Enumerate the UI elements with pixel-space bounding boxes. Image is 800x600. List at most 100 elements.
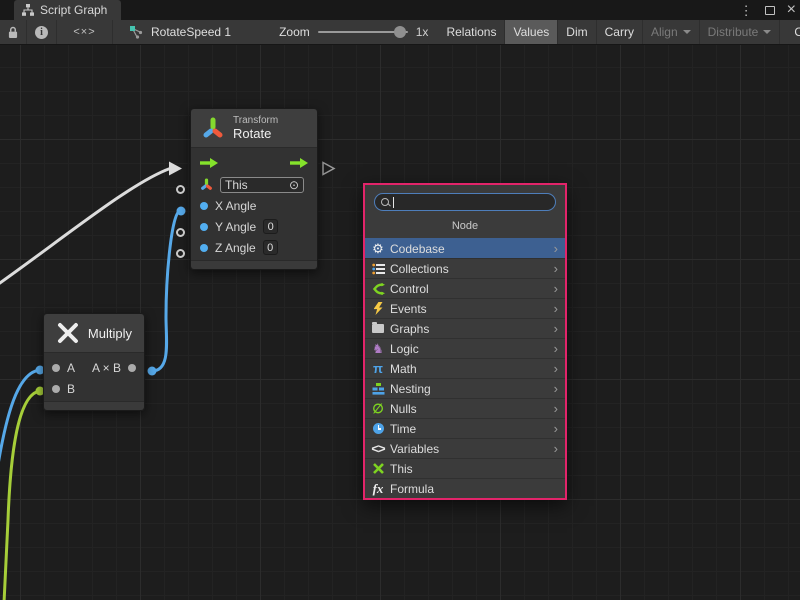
script-graph-icon	[22, 4, 34, 16]
x-angle-label: X Angle	[215, 199, 256, 213]
relations-button[interactable]: Relations	[438, 20, 505, 44]
unity-visual-scripting-window: Script Graph ⋮ × i <×> RotateSpee	[0, 0, 800, 600]
fuzzy-finder-popup: Node ⚙ Codebase › Collections ›	[363, 183, 567, 500]
pi-icon: π	[370, 362, 386, 375]
zoom-control: Zoom 1x	[269, 20, 438, 44]
graph-node-icon	[129, 25, 144, 39]
lock-button[interactable]	[0, 20, 27, 44]
flow-output-triangle[interactable]	[323, 163, 334, 175]
overview-button[interactable]: Overview	[786, 20, 800, 44]
carry-button[interactable]: Carry	[597, 20, 643, 44]
value-port-icon[interactable]	[200, 244, 208, 252]
wire-endpoint	[177, 207, 186, 216]
this-field-value: This	[225, 178, 248, 192]
list-icon	[370, 263, 386, 275]
finder-item-time[interactable]: Time ›	[365, 418, 565, 438]
z-angle-port-ring[interactable]	[176, 249, 185, 258]
tab-script-graph[interactable]: Script Graph	[14, 0, 121, 20]
distribute-dropdown[interactable]: Distribute	[700, 20, 781, 44]
info-button[interactable]: i	[27, 20, 57, 44]
node-title: Multiply	[88, 326, 132, 341]
finder-item-logic[interactable]: ♞ Logic ›	[365, 338, 565, 358]
finder-item-codebase[interactable]: ⚙ Codebase ›	[365, 238, 565, 258]
node-category: Transform	[233, 115, 278, 127]
chevron-right-icon: ›	[554, 262, 560, 275]
value-port-icon[interactable]	[200, 202, 208, 210]
finder-item-control[interactable]: Control ›	[365, 278, 565, 298]
maximize-icon[interactable]	[765, 6, 775, 15]
wire-into-b	[4, 391, 40, 600]
this-star-icon	[370, 462, 386, 475]
align-dropdown[interactable]: Align	[643, 20, 700, 44]
y-angle-port-row[interactable]: Y Angle 0	[191, 216, 317, 237]
menu-dots-icon[interactable]: ⋮	[740, 4, 753, 17]
folder-icon	[370, 324, 386, 333]
dim-button[interactable]: Dim	[558, 20, 596, 44]
b-port-row[interactable]: B	[44, 378, 144, 399]
flow-wire-arrowhead	[169, 162, 182, 176]
value-port-icon[interactable]	[200, 223, 208, 231]
chevron-right-icon: ›	[554, 342, 560, 355]
finder-item-collections[interactable]: Collections ›	[365, 258, 565, 278]
finder-item-formula[interactable]: fx Formula	[365, 478, 565, 498]
fx-icon: fx	[370, 482, 386, 495]
y-angle-label: Y Angle	[215, 220, 256, 234]
node-body: A A × B B	[44, 353, 144, 401]
node-transform-rotate[interactable]: Transform Rotate	[190, 108, 318, 270]
z-angle-input[interactable]: 0	[263, 240, 278, 255]
b-label: B	[67, 382, 75, 396]
zoom-slider[interactable]	[318, 31, 408, 33]
value-port-icon[interactable]	[52, 364, 60, 372]
transform-gizmo-icon	[201, 116, 225, 140]
finder-item-nesting[interactable]: Nesting ›	[365, 378, 565, 398]
a-port-row[interactable]: A A × B	[44, 357, 144, 378]
finder-item-nulls[interactable]: ∅ Nulls ›	[365, 398, 565, 418]
output-label: A × B	[92, 361, 121, 375]
lock-icon	[8, 26, 18, 39]
flow-input-arrow-icon[interactable]	[199, 157, 219, 169]
flow-output-arrow-icon[interactable]	[289, 157, 309, 169]
knight-icon: ♞	[370, 342, 386, 355]
search-icon	[381, 198, 390, 207]
values-button[interactable]: Values	[505, 20, 558, 44]
this-port-ring[interactable]	[176, 185, 185, 194]
finder-search-field[interactable]	[374, 193, 556, 211]
zoom-slider-handle[interactable]	[394, 26, 406, 38]
finder-item-graphs[interactable]: Graphs ›	[365, 318, 565, 338]
transform-mini-icon	[200, 178, 213, 191]
finder-item-events[interactable]: Events ›	[365, 298, 565, 318]
gear-icon: ⚙	[370, 242, 386, 255]
chevron-right-icon: ›	[554, 242, 560, 255]
y-angle-port-ring[interactable]	[176, 228, 185, 237]
object-picker-icon[interactable]: ⊙	[289, 179, 299, 191]
chevron-right-icon: ›	[554, 302, 560, 315]
zoom-label: Zoom	[279, 25, 310, 39]
y-angle-input[interactable]: 0	[263, 219, 278, 234]
null-circle-icon: ∅	[370, 402, 386, 415]
code-preview-button[interactable]: <×>	[57, 20, 113, 44]
finder-item-math[interactable]: π Math ›	[365, 358, 565, 378]
finder-item-variables[interactable]: <> Variables ›	[365, 438, 565, 458]
chevron-right-icon: ›	[554, 402, 560, 415]
a-label: A	[67, 361, 75, 375]
window-controls: ⋮ ×	[740, 0, 796, 20]
node-multiply[interactable]: Multiply A A × B B	[43, 313, 145, 411]
finder-item-this[interactable]: This	[365, 458, 565, 478]
nested-graph-icon	[370, 383, 386, 395]
node-header: Multiply	[44, 314, 144, 353]
distribute-label: Distribute	[708, 25, 759, 39]
graph-name: RotateSpeed 1	[151, 25, 231, 39]
flow-wire	[0, 169, 170, 291]
graph-breadcrumb[interactable]: RotateSpeed 1	[113, 20, 239, 44]
graph-canvas[interactable]: Transform Rotate	[0, 45, 800, 600]
output-port-icon[interactable]	[128, 364, 136, 372]
z-angle-label: Z Angle	[215, 241, 256, 255]
info-icon: i	[35, 26, 48, 39]
value-port-icon[interactable]	[52, 385, 60, 393]
close-icon[interactable]: ×	[787, 2, 796, 18]
z-angle-port-row[interactable]: Z Angle 0	[191, 237, 317, 258]
node-title: Rotate	[233, 127, 278, 142]
this-object-field[interactable]: This ⊙	[220, 177, 304, 193]
x-angle-port-row[interactable]: X Angle	[191, 195, 317, 216]
chevron-right-icon: ›	[554, 322, 560, 335]
